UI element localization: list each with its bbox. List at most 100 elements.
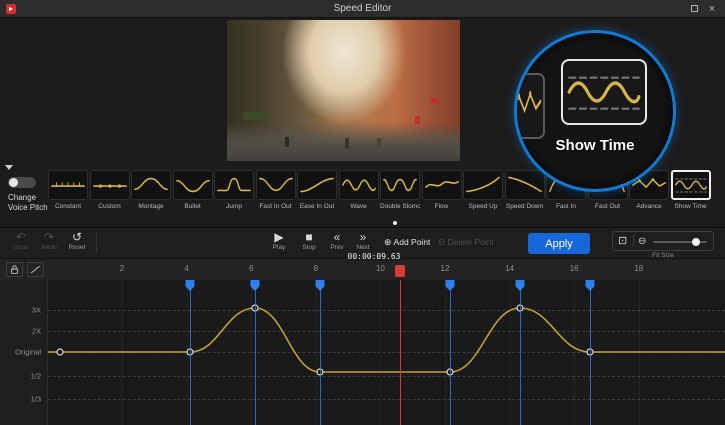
preset-thumbnail [671,170,711,200]
speed-level-label: 2X [32,327,41,336]
add-point-button[interactable]: ⊕Add Point [384,237,430,248]
preset-label: Fast In Out [256,203,296,210]
preview-sign [431,98,438,103]
voice-pitch-toggle[interactable] [8,177,36,188]
keyframe-line [450,290,451,425]
titlebar: Speed Editor × [0,0,725,18]
zoom-slider[interactable] [653,241,707,243]
ruler-tick: 10 [376,264,385,273]
preset-label: Speed Down [505,203,545,210]
ruler-tick: 8 [314,264,318,273]
preview-figure [377,138,381,147]
lock-button[interactable] [6,262,23,277]
stop-button[interactable]: ■ Stop [294,230,324,251]
lock-icon [7,263,22,276]
keyframe-line [520,290,521,425]
delete-point-button[interactable]: ⊖Delete Point [438,237,494,248]
magnified-neighbor-thumb [514,73,545,139]
preset-custom[interactable]: Custom [90,170,130,216]
preset-label: Custom [90,203,130,210]
speed-editor-window: Speed Editor × Change Voice Pitch Consta… [0,0,725,425]
magnifier-label: Show Time [517,137,673,154]
preset-label: Ease In Out [297,203,337,210]
redo-icon: ↷ [34,230,64,244]
zoom-slider-knob[interactable] [692,238,700,246]
play-button[interactable]: ▶ Play [264,230,294,251]
speed-curve-editor[interactable]: 3X2XOriginal1/21/3 [0,280,725,425]
preset-thumbnail [505,170,545,200]
playhead-handle[interactable] [395,265,405,277]
preset-label: Speed Up [463,203,503,210]
preset-wave[interactable]: Wave [339,170,379,216]
timeline-ruler[interactable]: 00:00:09.63 24681012141618 [0,258,725,280]
reset-button[interactable]: ↺ Reset [62,230,92,251]
redo-button[interactable]: ↷ Redo [34,230,64,251]
apply-button[interactable]: Apply [528,233,590,254]
reset-icon: ↺ [62,230,92,244]
maximize-button[interactable] [687,3,701,15]
ruler-tick: 14 [505,264,514,273]
preset-thumbnail [380,170,420,200]
preset-label: Flow [422,203,462,210]
ruler-tick: 18 [634,264,643,273]
add-point-icon: ⊕ [384,237,392,247]
undo-button[interactable]: ↶ Undo [6,230,36,251]
stop-icon: ■ [294,230,324,244]
next-button[interactable]: » Next [348,230,378,251]
curve-tool-icon [28,263,43,276]
zoom-out-icon[interactable]: ⊖ [638,234,646,249]
ruler-tick: 2 [120,264,124,273]
preset-ease-in-out[interactable]: Ease In Out [297,170,337,216]
keyframe-line [590,290,591,425]
preset-thumbnail [256,170,296,200]
preset-thumbnail [297,170,337,200]
keyframe-line [190,290,191,425]
preset-jump[interactable]: Jump [214,170,254,216]
preset-pager-dot[interactable] [393,221,397,225]
preset-label: Bullet [173,203,213,210]
ruler-tick: 16 [570,264,579,273]
fit-size-control: ⊡ ⊖ [612,231,714,251]
preset-speed-down[interactable]: Speed Down [505,170,545,216]
preset-label: Fast Out [588,203,628,210]
preset-label: Montage [131,203,171,210]
playhead-line [400,280,401,425]
preset-label: Advance [629,203,669,210]
maximize-icon [691,5,698,12]
close-button[interactable]: × [705,3,719,15]
preset-thumbnail [422,170,462,200]
window-title: Speed Editor [0,3,725,14]
voice-pitch-control: Change Voice Pitch [8,177,52,213]
toggle-knob [9,178,18,187]
speed-level-label: 3X [32,306,41,315]
ruler-tick: 6 [249,264,253,273]
preset-thumbnail [173,170,213,200]
magnified-show-time-thumb [561,59,647,125]
preset-thumbnail [463,170,503,200]
collapse-arrow-icon[interactable] [5,165,13,170]
preset-thumbnail [131,170,171,200]
preset-double-slomo[interactable]: Double Slomo [380,170,420,216]
speed-level-label: 1/2 [31,372,41,381]
preset-flow[interactable]: Flow [422,170,462,216]
show-time-magnifier: Show Time [514,30,676,192]
curve-tool-button[interactable] [27,262,44,277]
voice-pitch-label: Change Voice Pitch [8,193,52,213]
preset-show-time[interactable]: Show Time [671,170,711,216]
next-icon: » [348,230,378,244]
preset-label: Constant [48,203,88,210]
preset-thumbnail [339,170,379,200]
preset-label: Show Time [671,203,711,210]
preview-figure [345,138,349,149]
video-preview [227,20,460,161]
undo-icon: ↶ [6,230,36,244]
preset-bullet[interactable]: Bullet [173,170,213,216]
preset-fast-in-out[interactable]: Fast In Out [256,170,296,216]
preset-speed-up[interactable]: Speed Up [463,170,503,216]
curve-control-point[interactable] [57,349,63,355]
current-time: 00:00:09.63 [346,252,403,261]
preset-label: Fast In [546,203,586,210]
preset-montage[interactable]: Montage [131,170,171,216]
fit-size-icon[interactable]: ⊡ [618,234,627,249]
preset-constant[interactable]: Constant [48,170,88,216]
